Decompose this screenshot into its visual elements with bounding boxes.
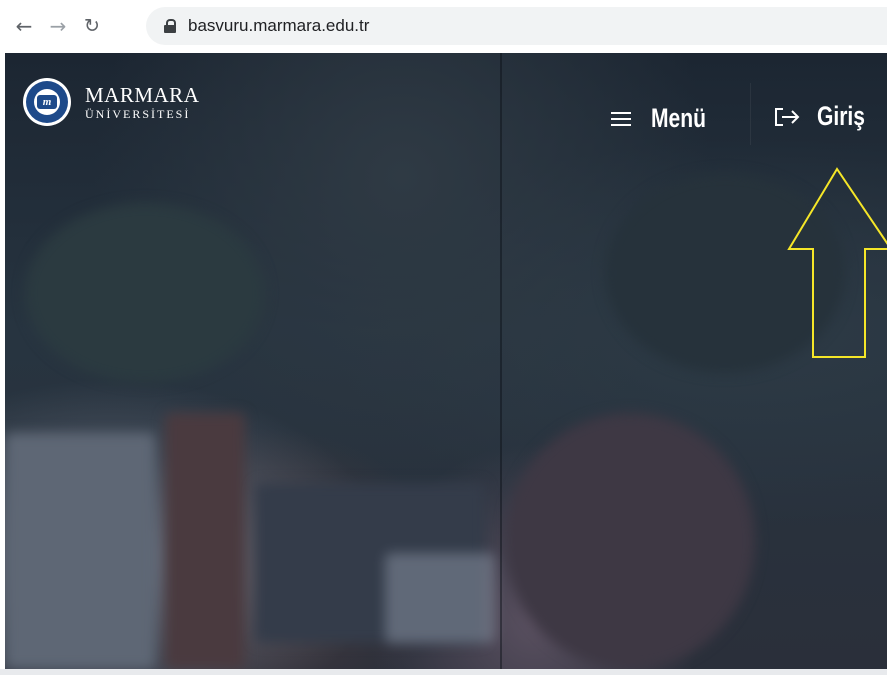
university-logo[interactable]: m MARMARA ÜNİVERSİTESİ <box>23 78 199 126</box>
hamburger-icon <box>611 111 631 126</box>
background-foliage <box>25 203 265 383</box>
login-button[interactable]: Giriş <box>773 101 879 132</box>
background-light-patch <box>385 553 495 643</box>
background-bush <box>505 413 755 669</box>
seal-letter: m <box>37 95 57 109</box>
url-text[interactable]: basvuru.marmara.edu.tr <box>188 16 369 36</box>
panel-divider <box>500 53 502 669</box>
login-icon <box>775 107 800 126</box>
forward-arrow-icon[interactable]: → <box>46 14 70 38</box>
login-label: Giriş <box>817 101 865 131</box>
university-seal-icon: m <box>23 78 71 126</box>
address-bar[interactable]: basvuru.marmara.edu.tr <box>146 7 887 45</box>
brand-subtitle: ÜNİVERSİTESİ <box>85 106 191 121</box>
back-arrow-icon[interactable]: ← <box>12 14 36 38</box>
brand-name: MARMARA <box>85 82 200 107</box>
brand-text: MARMARA ÜNİVERSİTESİ <box>85 82 200 121</box>
background-doorway <box>165 413 245 669</box>
bottom-strip <box>0 669 887 675</box>
hero-background: m MARMARA ÜNİVERSİTESİ Menü Giriş <box>5 53 887 669</box>
browser-toolbar: ← → ↻ basvuru.marmara.edu.tr <box>0 0 887 52</box>
reload-icon[interactable]: ↻ <box>80 14 104 38</box>
menu-button[interactable]: Menü <box>611 103 722 134</box>
menu-label: Menü <box>651 103 706 133</box>
nav-separator <box>750 83 751 145</box>
lock-icon[interactable] <box>164 19 176 33</box>
background-wall <box>5 433 155 669</box>
annotation-arrow <box>787 167 887 358</box>
